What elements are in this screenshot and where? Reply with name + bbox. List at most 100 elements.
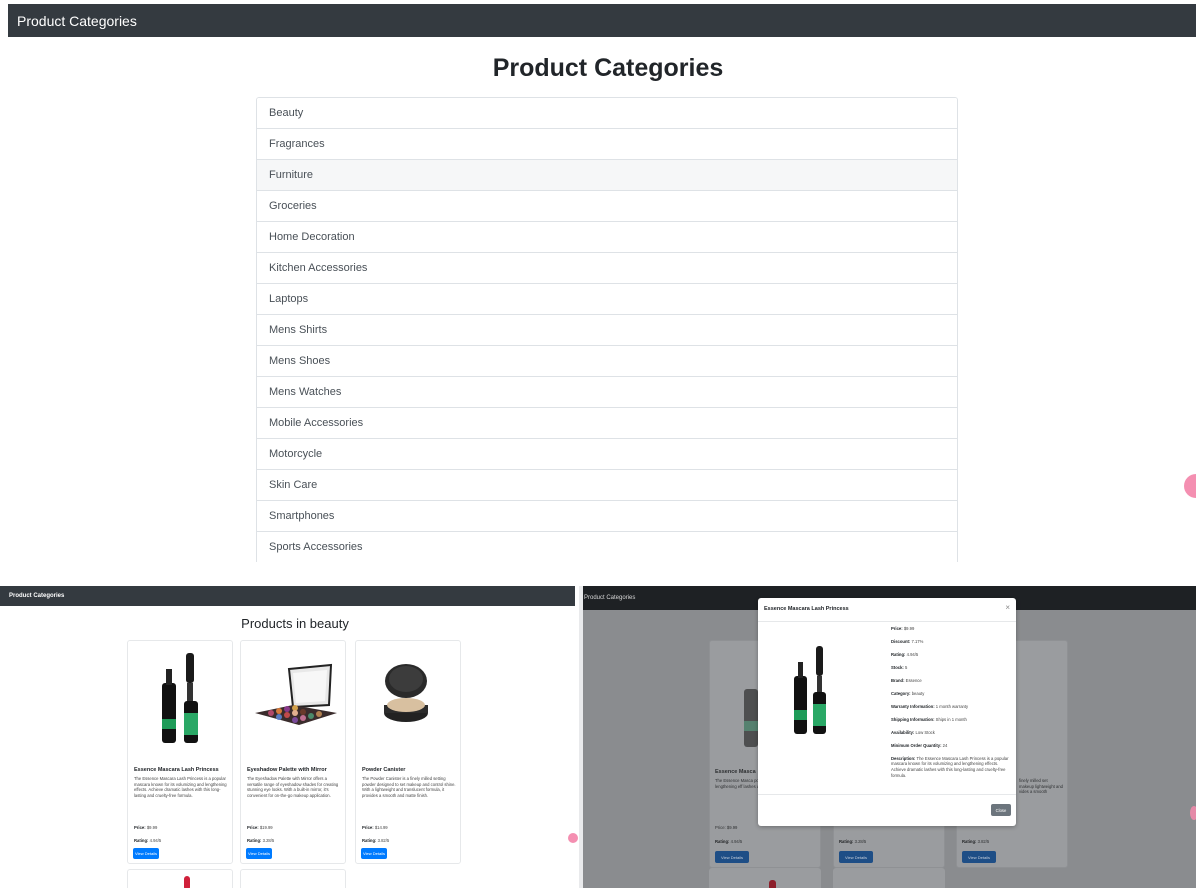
- category-label: Mens Shirts: [269, 324, 328, 336]
- view-details-button[interactable]: View Details: [133, 848, 159, 859]
- product-title: Eyeshadow Palette with Mirror: [247, 767, 327, 773]
- floating-action-button[interactable]: [568, 833, 578, 843]
- close-icon[interactable]: ×: [1005, 603, 1010, 612]
- navbar: Product Categories: [8, 4, 1196, 37]
- category-list: Beauty Fragrances Furniture Groceries Ho…: [256, 97, 958, 562]
- rating-label: Rating:: [839, 839, 854, 844]
- detail-value: beauty: [911, 690, 925, 696]
- detail-stock: Stock: 5: [891, 665, 1009, 671]
- view-details-button[interactable]: View Details: [962, 851, 996, 863]
- floating-action-button[interactable]: [1184, 474, 1196, 498]
- product-price: Price: $9.99: [134, 825, 157, 830]
- detail-availability: Availability: Low Stock: [891, 730, 1009, 736]
- category-item[interactable]: Smartphones: [257, 501, 957, 532]
- view-details-button[interactable]: View Details: [246, 848, 272, 859]
- category-item[interactable]: Laptops: [257, 284, 957, 315]
- view-details-button[interactable]: View Details: [839, 851, 873, 863]
- detail-discount: Discount: 7.17%: [891, 639, 1009, 645]
- price-label: Price:: [247, 825, 259, 830]
- product-rating: Rating: 3.82/5: [362, 838, 389, 843]
- product-description: The Powder Canister is a finely milled s…: [362, 776, 456, 799]
- product-card: [709, 868, 821, 888]
- detail-shipping: Shipping Information: Ships in 1 month: [891, 717, 1009, 723]
- product-title: Essence Mascara Lash Princess: [134, 767, 219, 773]
- detail-price: Price: $9.99: [891, 626, 1009, 632]
- mascara-image: [162, 653, 198, 743]
- detail-value: 7.17%: [911, 638, 924, 644]
- floating-action-button[interactable]: [1190, 806, 1196, 820]
- category-label: Skin Care: [269, 479, 318, 491]
- category-item[interactable]: Skin Care: [257, 470, 957, 501]
- detail-value: 24: [942, 742, 948, 748]
- category-item[interactable]: Groceries: [257, 191, 957, 222]
- product-title: Powder Canister: [362, 767, 406, 773]
- rating-value: 3.82/5: [977, 839, 990, 844]
- category-label: Fragrances: [269, 138, 325, 150]
- price-value: $14.99: [374, 825, 388, 830]
- category-label: Mobile Accessories: [269, 417, 364, 429]
- category-item[interactable]: Kitchen Accessories: [257, 253, 957, 284]
- product-rating: Rating: 3.82/5: [962, 839, 989, 844]
- detail-category: Category: beauty: [891, 691, 1009, 697]
- navbar-brand[interactable]: Product Categories: [9, 593, 64, 599]
- close-button[interactable]: Close: [991, 804, 1011, 816]
- category-item[interactable]: Furniture: [257, 160, 957, 191]
- products-heading: Products in beauty: [241, 616, 349, 631]
- product-card: [127, 869, 233, 888]
- category-item[interactable]: Mobile Accessories: [257, 408, 957, 439]
- category-item[interactable]: Mens Shirts: [257, 315, 957, 346]
- product-card: [833, 868, 945, 888]
- product-card: Powder Canister The Powder Canister is a…: [355, 640, 461, 864]
- detail-label: Shipping Information:: [891, 716, 935, 722]
- category-item[interactable]: Motorcycle: [257, 439, 957, 470]
- category-item[interactable]: Mens Watches: [257, 377, 957, 408]
- view-details-button[interactable]: View Details: [361, 848, 387, 859]
- category-label: Mens Shoes: [269, 355, 331, 367]
- category-label: Kitchen Accessories: [269, 262, 368, 274]
- category-item[interactable]: Home Decoration: [257, 222, 957, 253]
- detail-description: Description: The Essence Mascara Lash Pr…: [891, 756, 1009, 778]
- category-item[interactable]: Fragrances: [257, 129, 957, 160]
- rating-value: 3.28/5: [854, 839, 867, 844]
- navbar: Product Categories: [0, 586, 575, 606]
- modal-footer: Close: [758, 794, 1016, 826]
- category-item[interactable]: Sports Accessories: [257, 532, 957, 562]
- category-label: Home Decoration: [269, 231, 355, 243]
- detail-label: Price:: [891, 626, 903, 631]
- product-details-modal: Essence Mascara Lash Princess × Price: $…: [758, 598, 1016, 826]
- page-title: Product Categories: [492, 54, 724, 82]
- powder-canister-image: [384, 664, 428, 722]
- rating-value: 3.82/5: [377, 838, 390, 843]
- product-card: Essence Mascara Lash Princess The Essenc…: [127, 640, 233, 864]
- product-description: The Essence Mascara Lash Princess is a p…: [134, 776, 227, 799]
- price-label: Price:: [134, 825, 146, 830]
- lipstick-image: [769, 880, 776, 888]
- product-price: Price: $14.99: [362, 825, 388, 830]
- view-details-button[interactable]: View Details: [715, 851, 749, 863]
- detail-value: 5: [904, 664, 908, 670]
- category-label: Beauty: [269, 107, 304, 119]
- mascara-image: [794, 646, 826, 734]
- detail-value: Ships in 1 month: [935, 716, 967, 722]
- detail-label: Availability:: [891, 729, 915, 735]
- navbar-brand[interactable]: Product Categories: [584, 595, 635, 601]
- category-item[interactable]: Beauty: [257, 98, 957, 129]
- navbar-brand[interactable]: Product Categories: [17, 13, 137, 29]
- detail-label: Stock:: [891, 664, 904, 670]
- detail-label: Description:: [891, 755, 916, 761]
- product-details: Price: $9.99 Discount: 7.17% Rating: 4.9…: [891, 626, 1009, 786]
- product-price: Price: $9.99: [715, 825, 738, 830]
- category-label: Motorcycle: [269, 448, 323, 460]
- category-item[interactable]: Mens Shoes: [257, 346, 957, 377]
- detail-label: Discount:: [891, 638, 911, 644]
- detail-rating: Rating: 4.94/5: [891, 652, 1009, 658]
- detail-value: $9.99: [903, 626, 915, 631]
- category-label: Smartphones: [269, 510, 335, 522]
- detail-label: Category:: [891, 690, 911, 696]
- rating-label: Rating:: [962, 839, 977, 844]
- detail-value: Essence: [905, 677, 922, 683]
- detail-min-order: Minimum Order Quantity: 24: [891, 743, 1009, 749]
- eyeshadow-palette-image: [255, 663, 337, 725]
- product-card: Eyeshadow Palette with Mirror The Eyesha…: [240, 640, 346, 864]
- product-rating: Rating: 4.94/5: [715, 839, 742, 844]
